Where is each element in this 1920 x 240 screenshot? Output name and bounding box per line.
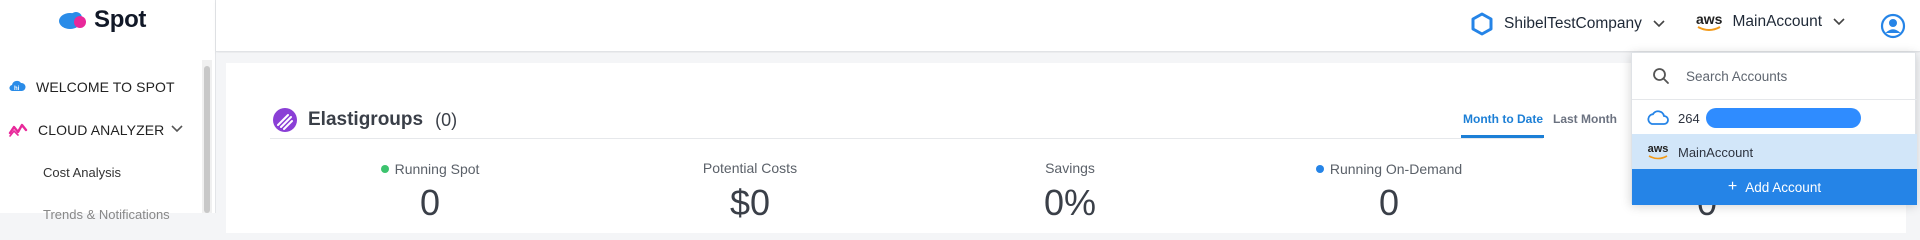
sidebar-item-welcome[interactable]: hi WELCOME TO SPOT <box>8 78 175 96</box>
metric-value: 0% <box>1043 182 1097 223</box>
svg-text:hi: hi <box>14 86 20 92</box>
add-account-label: Add Account <box>1745 179 1822 195</box>
metric-label: Running On-Demand <box>1329 161 1463 177</box>
status-dot-blue <box>1315 165 1324 173</box>
sidebar-scrollbar-thumb[interactable] <box>204 66 210 213</box>
metric-label: Savings <box>1045 160 1095 176</box>
metric-label: Running Spot <box>394 161 480 177</box>
metric-label: Potential Costs <box>702 160 798 176</box>
cloud-icon <box>1647 110 1669 125</box>
account-dropdown: Search Accounts 264 aws MainAccount + Ad… <box>1631 52 1917 205</box>
spot-logo[interactable]: Spot <box>58 6 146 34</box>
sidebar-item-cloud-analyzer[interactable]: CLOUD ANALYZER <box>8 121 188 139</box>
hi-badge-icon: hi <box>9 80 26 92</box>
user-avatar-icon[interactable] <box>1880 13 1906 39</box>
sidebar-subitem-trends[interactable]: Trends & Notifications <box>43 207 170 222</box>
plus-icon: + <box>1727 178 1738 195</box>
logo-text: Spot <box>94 6 147 33</box>
account-search[interactable]: Search Accounts <box>1632 53 1917 100</box>
company-selector[interactable]: ShibelTestCompany <box>1470 12 1666 36</box>
tab-month-to-date[interactable]: Month to Date <box>1463 112 1543 126</box>
sidebar-item-label: CLOUD ANALYZER <box>38 122 165 138</box>
search-input[interactable]: Search Accounts <box>1686 69 1787 84</box>
metric-potential-costs: Potential Costs $0 <box>650 160 850 223</box>
status-dot-green <box>380 165 389 173</box>
spot-logo-icon <box>59 12 86 29</box>
company-name: ShibelTestCompany <box>1504 15 1642 32</box>
metric-savings: Savings 0% <box>970 160 1170 223</box>
sidebar: Spot hi WELCOME TO SPOT CLOUD ANALYZER C… <box>0 0 216 222</box>
divider <box>270 138 1543 139</box>
account-option-selected[interactable]: aws MainAccount <box>1632 134 1917 170</box>
chevron-down-icon <box>1653 20 1665 28</box>
metric-value: 0 <box>419 182 441 223</box>
account-selector[interactable]: aws MainAccount <box>1696 12 1846 32</box>
metric-value: 0 <box>1378 182 1400 223</box>
chevron-down-icon[interactable] <box>170 124 184 134</box>
search-icon <box>1653 68 1669 84</box>
redacted-block <box>1705 108 1861 128</box>
sidebar-item-label: WELCOME TO SPOT <box>36 79 175 95</box>
sidebar-subitem-cost-analysis[interactable]: Cost Analysis <box>43 165 121 180</box>
aws-icon: aws <box>1646 144 1670 160</box>
metric-running-spot: Running Spot 0 <box>330 160 530 223</box>
account-option-label: MainAccount <box>1678 144 1754 160</box>
aws-icon: aws <box>1696 12 1722 32</box>
elastigroups-header: Elastigroups (0) <box>270 107 457 133</box>
account-name: MainAccount <box>1732 13 1823 30</box>
top-bar: ShibelTestCompany aws MainAccount <box>216 0 1920 52</box>
elastigroups-icon <box>273 108 297 132</box>
company-hexagon-icon <box>1471 12 1493 36</box>
metric-running-on-demand: Running On-Demand 0 <box>1289 160 1489 223</box>
metric-value: $0 <box>729 182 771 223</box>
cloud-analyzer-icon <box>8 123 28 137</box>
add-account-button[interactable]: + Add Account <box>1632 169 1917 205</box>
tab-last-month[interactable]: Last Month <box>1553 112 1617 126</box>
account-option[interactable]: 264 <box>1632 100 1917 136</box>
chevron-down-icon <box>1833 18 1845 26</box>
account-option-label: 264 <box>1678 110 1700 126</box>
elastigroups-count: (0) <box>435 109 458 130</box>
elastigroups-title: Elastigroups <box>308 109 424 130</box>
